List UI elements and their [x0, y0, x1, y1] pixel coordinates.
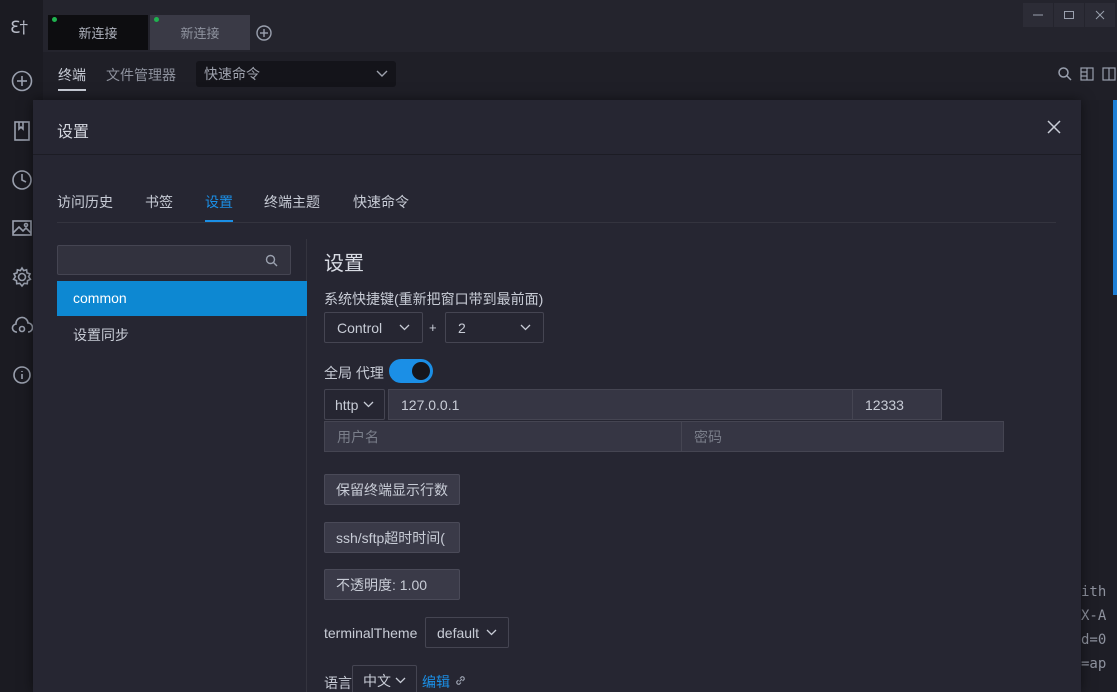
edit-language-link[interactable]: 编辑 — [422, 672, 450, 692]
terminal-scrollbar[interactable] — [1113, 100, 1117, 295]
toolbar-icons — [1057, 66, 1117, 82]
hotkey-key-value: 2 — [458, 319, 466, 336]
modal-header: 设置 — [33, 100, 1081, 155]
proxy-protocol-select[interactable]: http — [324, 389, 385, 420]
connection-tab-active[interactable]: 新连接 — [48, 15, 148, 50]
toggle-knob — [412, 362, 430, 380]
settings-sidebar: common 设置同步 — [57, 239, 307, 692]
language-select[interactable]: 中文 — [352, 665, 417, 692]
close-window-button[interactable] — [1085, 3, 1115, 27]
close-icon[interactable] — [1047, 120, 1061, 134]
chevron-down-icon — [376, 70, 388, 77]
search-icon — [265, 254, 278, 267]
connection-tab[interactable]: 新连接 — [150, 15, 250, 50]
search-icon[interactable] — [1057, 66, 1073, 82]
modal-tabs: 访问历史 书签 设置 终端主题 快速命令 — [57, 192, 1056, 223]
add-tab-icon[interactable] — [255, 24, 273, 42]
maximize-button[interactable] — [1054, 3, 1084, 27]
connection-tab-bar: 新连接 新连接 — [43, 0, 1117, 52]
proxy-password-input[interactable]: 密码 — [681, 421, 1004, 452]
bookmark-icon[interactable] — [11, 120, 33, 142]
chevron-down-icon — [395, 677, 406, 684]
keep-lines-button[interactable]: 保留终端显示行数 — [324, 474, 460, 505]
proxy-label: 全局 代理 — [324, 365, 384, 381]
hotkey-plus: + — [429, 320, 437, 335]
status-dot — [154, 17, 159, 22]
terminal-theme-select[interactable]: default — [425, 617, 509, 648]
cloud-sync-icon[interactable] — [11, 315, 33, 337]
proxy-port-input[interactable]: 12333 — [852, 389, 942, 420]
add-circle-icon[interactable] — [11, 70, 33, 92]
app-logo: ℇ† — [10, 18, 28, 38]
history-icon[interactable] — [11, 169, 33, 191]
link-icon[interactable] — [454, 674, 467, 687]
proxy-username-input[interactable]: 用户名 — [324, 421, 682, 452]
minimize-button[interactable] — [1023, 3, 1053, 27]
quick-command-select[interactable]: 快速命令 — [196, 61, 396, 87]
proxy-toggle[interactable] — [389, 359, 433, 383]
connection-tab-label: 新连接 — [180, 26, 220, 41]
tab-history[interactable]: 访问历史 — [57, 192, 113, 220]
hotkey-modifier-value: Control — [337, 319, 383, 336]
tab-settings[interactable]: 设置 — [205, 192, 233, 222]
chevron-down-icon — [363, 401, 374, 408]
opacity-button[interactable]: 不透明度: 1.00 — [324, 569, 460, 600]
gear-icon[interactable] — [11, 266, 33, 288]
settings-content: 设置 系统快捷键(重新把窗口带到最前面) Control + 2 全局 代理 h… — [324, 239, 1044, 692]
sidebar-item-sync[interactable]: 设置同步 — [57, 318, 307, 353]
proxy-host-input[interactable]: 127.0.0.1 — [388, 389, 853, 420]
quick-command-label: 快速命令 — [204, 66, 260, 82]
modal-title: 设置 — [57, 124, 90, 141]
content-title: 设置 — [324, 253, 364, 275]
chevron-down-icon — [520, 324, 531, 331]
hotkey-key-select[interactable]: 2 — [445, 312, 544, 343]
status-dot — [52, 17, 57, 22]
tab-file-manager[interactable]: 文件管理器 — [106, 65, 176, 85]
tab-terminal[interactable]: 终端 — [58, 65, 86, 91]
chevron-down-icon — [399, 324, 410, 331]
terminal-theme-value: default — [437, 624, 480, 641]
tab-terminal-themes[interactable]: 终端主题 — [264, 192, 320, 220]
tab-quick-commands[interactable]: 快速命令 — [353, 192, 409, 220]
hotkey-label: 系统快捷键(重新把窗口带到最前面) — [324, 291, 544, 307]
connection-tab-label: 新连接 — [78, 26, 118, 41]
info-icon[interactable] — [11, 364, 33, 386]
language-label: 语言 — [324, 675, 352, 691]
settings-modal: 设置 访问历史 书签 设置 终端主题 快速命令 common 设置同步 设置 系… — [33, 100, 1081, 692]
hotkey-modifier-select[interactable]: Control — [324, 312, 423, 343]
split-horizontal-icon[interactable] — [1079, 66, 1095, 82]
sidebar-search-input[interactable] — [57, 245, 291, 275]
sidebar-item-common[interactable]: common — [57, 281, 307, 316]
split-vertical-icon[interactable] — [1101, 66, 1117, 82]
chevron-down-icon — [486, 629, 497, 636]
language-value: 中文 — [363, 672, 391, 689]
terminal-output: ith X-A d=0 =ap — [1081, 584, 1107, 672]
tab-bookmarks[interactable]: 书签 — [145, 192, 173, 220]
image-icon[interactable] — [11, 217, 33, 239]
sub-nav-bar: 终端 文件管理器 快速命令 — [43, 52, 1117, 100]
terminal-theme-label: terminalTheme — [324, 625, 418, 641]
proxy-protocol-value: http — [335, 396, 359, 413]
timeout-button[interactable]: ssh/sftp超时时间( — [324, 522, 460, 553]
